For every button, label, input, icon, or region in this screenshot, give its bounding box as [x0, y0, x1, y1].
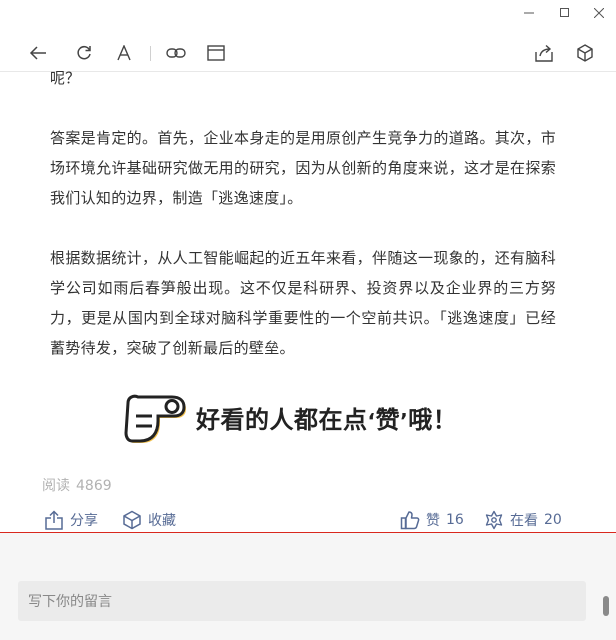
browser-window-icon: [207, 45, 225, 61]
favorite-button[interactable]: 收藏: [122, 508, 176, 532]
article-actions: 分享 收藏 赞 16 在看 20: [0, 508, 616, 532]
close-icon: [594, 8, 604, 18]
share-icon: [45, 510, 63, 530]
comment-placeholder: 写下你的留言: [28, 594, 112, 610]
article-body: 答案是肯定的。首先，企业本身走的是用原创产生竞争力的道路。其次，市场环境允许基础…: [50, 123, 556, 363]
article-paragraph: 答案是肯定的。首先，企业本身走的是用原创产生竞争力的道路。其次，市场环境允许基础…: [50, 129, 556, 207]
watching-button[interactable]: 在看 20: [484, 508, 562, 532]
share-out-button[interactable]: [532, 42, 556, 64]
watching-icon: [485, 510, 503, 530]
share-icon: [535, 44, 553, 62]
mini-program-button[interactable]: [573, 42, 597, 64]
maximize-icon: [560, 8, 569, 17]
refresh-button[interactable]: [72, 42, 96, 64]
link-icon: [166, 48, 186, 58]
favorite-cube-icon: [123, 510, 141, 530]
read-count: 阅读 4869: [42, 478, 112, 494]
title-bar: [0, 0, 616, 26]
like-button[interactable]: 赞 16: [400, 508, 464, 532]
toolbar-divider: [150, 46, 151, 61]
maximize-button[interactable]: [555, 4, 575, 22]
close-button[interactable]: [589, 4, 609, 22]
font-icon: [117, 45, 131, 61]
open-in-browser-button[interactable]: [204, 42, 228, 64]
share-button[interactable]: 分享: [44, 508, 98, 532]
scrollbar-thumb[interactable]: [603, 596, 609, 616]
like-highlight: 赞: [375, 405, 401, 434]
thumbs-up-icon: [400, 511, 420, 530]
article-paragraph: 根据数据统计，从人工智能崛起的近五年来看，伴随这一现象的，还有脑科学公司如雨后春…: [50, 249, 556, 357]
copy-link-button[interactable]: [164, 42, 188, 64]
minimize-button[interactable]: [519, 4, 539, 22]
article-text-line: 呢？: [50, 69, 81, 87]
comment-input[interactable]: 写下你的留言: [18, 581, 586, 621]
refresh-icon: [77, 45, 91, 60]
article-window: 呢？ 答案是肯定的。首先，企业本身走的是用原创产生竞争力的道路。其次，市场环境允…: [0, 0, 616, 640]
pointing-hand-icon: [124, 394, 186, 443]
arrow-left-icon: [29, 46, 46, 60]
font-size-button[interactable]: [112, 42, 136, 64]
comment-section: 写下你的留言: [0, 533, 616, 640]
minimize-icon: [524, 12, 534, 14]
back-button[interactable]: [26, 42, 50, 64]
like-prompt-banner: 好看的人都在点‘赞’哦！: [122, 388, 457, 446]
like-prompt-text: 好看的人都在点‘赞’哦！: [196, 405, 458, 434]
browser-toolbar: [0, 34, 616, 72]
cube-icon: [577, 44, 593, 62]
